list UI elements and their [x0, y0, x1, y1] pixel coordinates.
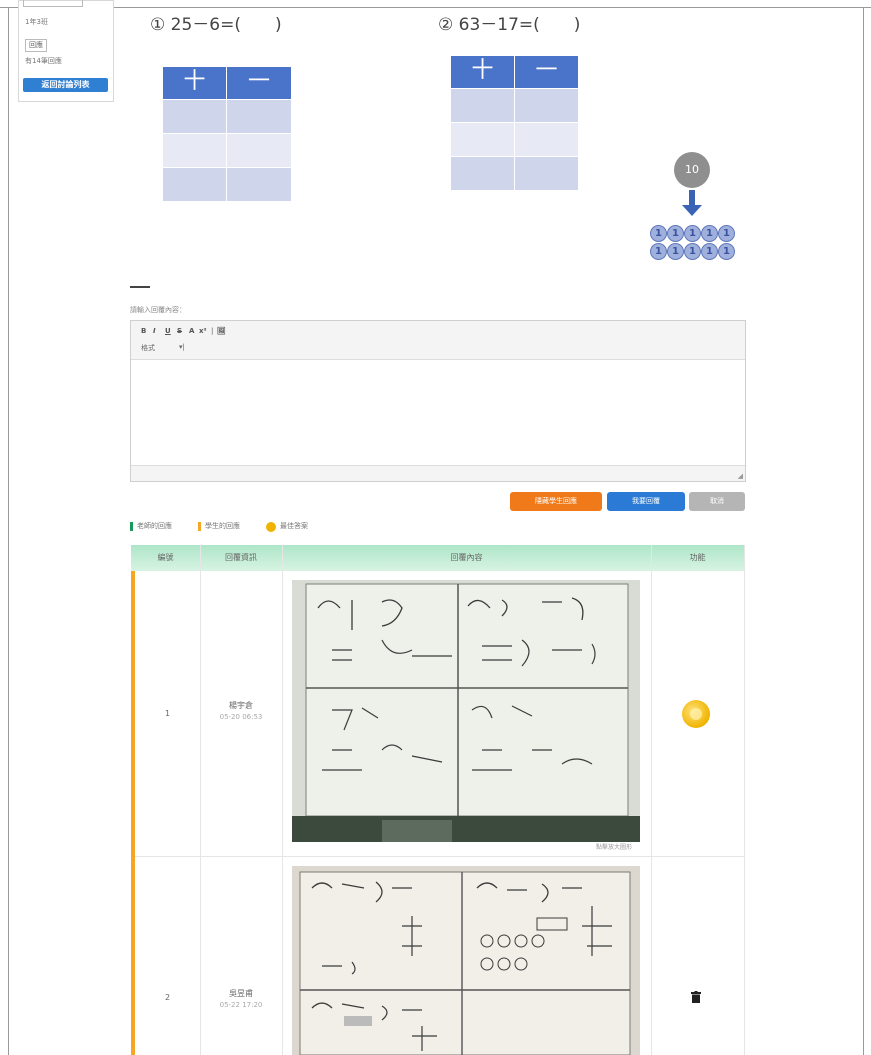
toolbar-separator: | — [211, 327, 214, 335]
student-reply-marker — [131, 571, 135, 1055]
reply-count: 有14筆回應 — [25, 57, 62, 65]
row-2-time: 05-22 17:20 — [219, 1001, 263, 1009]
table-cell — [227, 100, 291, 133]
table-cell — [163, 134, 226, 167]
ten-circle: 10 — [674, 152, 710, 188]
sidebar-top-box — [23, 0, 83, 7]
one-circle: 1 — [684, 225, 701, 242]
one-circle: 1 — [650, 243, 667, 260]
one-circle: 1 — [718, 225, 735, 242]
table-cell — [515, 123, 578, 156]
reply-box-label: 回應 — [25, 39, 47, 52]
best-answer-legend-label: 最佳答案 — [280, 522, 308, 530]
table-cell — [451, 157, 514, 190]
reply-table-header: 編號 回覆資訊 回覆內容 功能 — [131, 545, 744, 571]
row-2-student-name: 吳昱甫 — [229, 989, 253, 998]
discussion-sidebar: 1年3班 回應 有14筆回應 返回討論列表 — [18, 0, 114, 102]
one-circle: 1 — [718, 243, 735, 260]
editor-text-area[interactable] — [131, 360, 745, 464]
submit-reply-button[interactable]: 我要回覆 — [607, 492, 685, 511]
editor-prompt: 請輸入回覆內容： — [130, 306, 186, 314]
table-cell — [227, 134, 291, 167]
one-circle: 1 — [650, 225, 667, 242]
chevron-down-icon[interactable]: ▾| — [179, 343, 185, 351]
table-cell — [451, 89, 514, 122]
row-1-number: 1 — [164, 709, 171, 718]
class-label: 1年3班 — [25, 18, 48, 26]
ones-circles: 1 1 1 1 1 1 1 1 1 1 — [650, 225, 740, 265]
place-value-table-2: 十 一 — [451, 56, 578, 190]
col-reply-info: 回覆資訊 — [225, 553, 257, 562]
editor-status-bar: ◢ — [131, 465, 745, 481]
col-reply-content: 回覆內容 — [450, 553, 483, 562]
trash-icon[interactable] — [691, 991, 701, 1003]
table-cell — [163, 168, 226, 201]
problem-1-text: ① 25－6=( ) — [150, 15, 282, 35]
divider — [130, 286, 150, 288]
editor-toolbar: B I U S A x² | 🖼 格式 ▾| — [131, 321, 745, 360]
one-circle: 1 — [701, 225, 718, 242]
row-1-time: 05-20 06:53 — [219, 713, 263, 721]
one-circle: 1 — [701, 243, 718, 260]
table-divider — [282, 545, 283, 1055]
student-legend-label: 學生的回應 — [205, 522, 240, 530]
table-divider — [200, 545, 201, 1055]
strike-button[interactable]: S — [177, 327, 182, 335]
page-top-border — [0, 7, 871, 8]
table-cell — [515, 89, 578, 122]
hide-student-replies-button[interactable]: 隱藏學生回應 — [510, 492, 602, 511]
row-1-student-name: 楊宇倉 — [229, 701, 253, 710]
place-value-table-1: 十 一 — [163, 67, 291, 201]
down-arrow-icon — [689, 190, 695, 206]
tens-header: 十 — [451, 56, 514, 88]
medal-icon[interactable] — [682, 700, 710, 728]
format-select[interactable]: 格式 — [141, 343, 155, 353]
italic-button[interactable]: I — [153, 327, 156, 335]
reply-editor: B I U S A x² | 🖼 格式 ▾| ◢ — [130, 320, 746, 482]
row-1-answer-photo[interactable] — [292, 580, 640, 842]
image-icon[interactable]: 🖼 — [217, 327, 226, 335]
problem-2-text: ② 63－17=( ) — [438, 15, 581, 35]
table-cell — [163, 100, 226, 133]
cancel-button[interactable]: 取消 — [689, 492, 745, 511]
table-cell — [451, 123, 514, 156]
resize-handle-icon[interactable]: ◢ — [738, 472, 743, 480]
tens-header: 十 — [163, 67, 226, 99]
ones-header: 一 — [515, 56, 578, 88]
back-to-list-button[interactable]: 返回討論列表 — [23, 78, 108, 92]
col-actions: 功能 — [689, 553, 706, 562]
one-circle: 1 — [667, 225, 684, 242]
medal-highlight — [690, 708, 702, 720]
one-circle: 1 — [684, 243, 701, 260]
table-row-divider — [131, 856, 744, 857]
student-legend-swatch — [198, 522, 201, 531]
page-right-border — [863, 7, 864, 1055]
table-cell — [227, 168, 291, 201]
bold-button[interactable]: B — [141, 327, 146, 335]
one-circle: 1 — [667, 243, 684, 260]
row-2-number: 2 — [164, 993, 171, 1002]
table-cell — [515, 157, 578, 190]
ones-header: 一 — [227, 67, 291, 99]
underline-button[interactable]: U — [165, 327, 171, 335]
teacher-legend-swatch — [130, 522, 133, 531]
row-2-answer-photo[interactable] — [292, 866, 640, 1055]
font-color-button[interactable]: A — [189, 327, 194, 335]
table-divider — [744, 545, 745, 1055]
table-divider — [651, 545, 652, 1055]
page-left-border — [8, 7, 9, 1055]
down-arrow-head-icon — [682, 205, 702, 216]
teacher-legend-label: 老師的回應 — [137, 522, 172, 530]
best-answer-legend-icon — [266, 522, 276, 532]
superscript-button[interactable]: x² — [199, 327, 207, 335]
col-number: 編號 — [157, 553, 174, 562]
row-1-photo-caption: 點擊放大圖形 — [596, 844, 633, 851]
